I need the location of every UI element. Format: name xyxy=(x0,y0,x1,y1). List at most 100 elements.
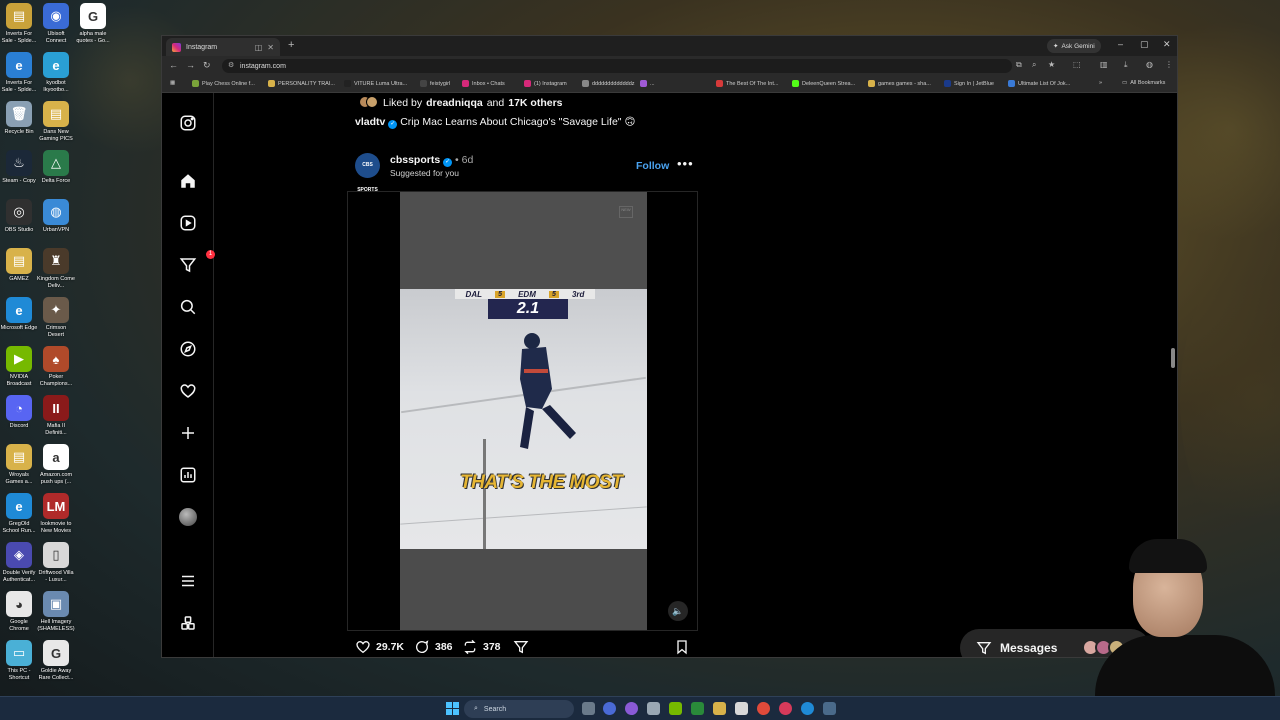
desktop-icon[interactable]: ♨ Steam - Copy xyxy=(0,150,38,193)
desktop-icon[interactable]: e kyodbot Ikyootbo... xyxy=(37,52,75,95)
bookmark-item[interactable]: VITURE Luma Ultra... xyxy=(344,80,407,87)
taskbar-app-icon[interactable] xyxy=(823,702,836,715)
repost-action[interactable]: 378 xyxy=(462,639,501,655)
desktop-icon[interactable]: ◎ OBS Studio xyxy=(0,199,38,242)
desktop-icon[interactable]: ▯ Driftwood Villa - Luxur... xyxy=(37,542,75,585)
explore-icon[interactable] xyxy=(178,339,198,359)
nvidia-icon[interactable] xyxy=(669,702,682,715)
bookmark-item[interactable]: (1) Instagram xyxy=(524,80,567,87)
post-video[interactable]: NEW DAL 5 EDM 5 3rd 2.1 THAT'S THE MOST … xyxy=(347,191,698,631)
menu-icon[interactable]: ⋮ xyxy=(1165,60,1173,69)
zoom-icon[interactable]: ⌕ xyxy=(1032,60,1036,70)
reels-icon[interactable] xyxy=(178,213,198,233)
bookmark-item[interactable]: feistygirl xyxy=(420,80,450,87)
home-icon[interactable] xyxy=(178,171,198,191)
bookmark-item[interactable]: Play Chess Online f... xyxy=(192,80,255,87)
comment-action[interactable]: 386 xyxy=(414,639,453,655)
bookmark-item[interactable]: PERSONALITY TRAI... xyxy=(268,80,335,87)
bookmark-item[interactable]: ... xyxy=(640,80,655,87)
desktop-icon[interactable]: ♠ Poker Champions... xyxy=(37,346,75,389)
desktop-icon[interactable]: ▤ GAMEZ xyxy=(0,248,38,291)
desktop-icon[interactable]: ▤ Dans New Gaming PICS xyxy=(37,101,75,144)
all-bookmarks[interactable]: ▭ All Bookmarks xyxy=(1122,80,1165,86)
post-username-link[interactable]: cbssports xyxy=(390,154,440,166)
desktop-icon[interactable]: △ Delta Force xyxy=(37,150,75,193)
chrome-icon[interactable] xyxy=(757,702,770,715)
desktop-icon[interactable]: e GregOld School Run... xyxy=(0,493,38,536)
audio-toggle-icon[interactable]: 🔈 xyxy=(668,601,688,621)
taskbar-search[interactable]: ⌕ Search xyxy=(464,700,574,718)
site-info-icon[interactable]: ⚙ xyxy=(228,61,234,69)
desktop-icon[interactable]: ◈ Double Verify Authenticat... xyxy=(0,542,38,585)
close-tab-icon[interactable]: ✕ xyxy=(267,43,274,52)
settings-icon[interactable] xyxy=(647,702,660,715)
desktop-icon[interactable]: ◕ Google Chrome xyxy=(0,591,38,634)
bookmark-item[interactable]: games games - sha... xyxy=(868,80,931,87)
desktop-icon[interactable]: e Inverts For Sale - Splde... xyxy=(0,52,38,95)
desktop-icon[interactable]: ▤ Wroyals Games a... xyxy=(0,444,38,487)
desktop-icon[interactable]: a Amazon.com push ups (... xyxy=(37,444,75,487)
cbssports-avatar[interactable]: CBS SPORTS xyxy=(355,153,380,193)
desktop-icon[interactable]: ◔ Discord xyxy=(0,395,38,438)
desktop-icon[interactable]: G Goldie Away Rare Collect... xyxy=(37,640,75,683)
share-action[interactable] xyxy=(513,639,529,655)
install-app-icon[interactable]: ⧉ xyxy=(1016,60,1022,70)
page-scrollbar[interactable] xyxy=(1171,348,1175,368)
bookmark-item[interactable]: The Best Of The Int... xyxy=(716,80,778,87)
bookmark-item[interactable]: dddddddddddddz xyxy=(582,80,635,87)
xbox-icon[interactable] xyxy=(691,702,704,715)
task-view-icon[interactable] xyxy=(582,702,595,715)
start-icon[interactable] xyxy=(446,702,459,715)
taskbar-app-icon[interactable] xyxy=(625,702,638,715)
extensions-icon[interactable]: ⬚ xyxy=(1073,60,1081,69)
desktop-icon[interactable]: Galpha male quotes - Go... xyxy=(74,3,112,46)
forward-icon[interactable]: → xyxy=(186,60,195,70)
search-icon[interactable] xyxy=(178,297,198,317)
bookmark-star-icon[interactable]: ★ xyxy=(1048,60,1055,69)
caption-username-link[interactable]: vladtv xyxy=(355,116,385,128)
edge-icon[interactable] xyxy=(801,702,814,715)
activity-filter-icon[interactable]: 1 xyxy=(178,250,215,275)
profile-icon[interactable]: ◍ xyxy=(1146,60,1153,69)
desktop-icon[interactable]: ▶ NVIDIA Broadcast xyxy=(0,346,38,389)
address-bar[interactable]: ⚙ instagram.com xyxy=(222,59,1012,73)
bookmark-item[interactable]: Ultimate List Of Jok... xyxy=(1008,80,1070,87)
downloads-icon[interactable]: ⤓ xyxy=(1124,60,1128,70)
bookmark-item[interactable]: DeleenQueen Strea... xyxy=(792,80,855,87)
desktop-icon[interactable]: LM lookmovie to New Movies xyxy=(37,493,75,536)
desktop-icon[interactable]: ✦ Crimson Desert xyxy=(37,297,75,340)
tab-instagram[interactable]: Instagram ◫ ✕ xyxy=(166,38,280,56)
desktop-icon[interactable]: 🗑 Recycle Bin xyxy=(0,101,38,144)
heart-icon[interactable] xyxy=(178,381,198,401)
desktop-icon[interactable]: ▤ Inverts For Sale - Splde... xyxy=(0,3,38,46)
dashboard-icon[interactable] xyxy=(178,465,198,485)
file-explorer-icon[interactable] xyxy=(713,702,726,715)
liked-by-user-link[interactable]: dreadniqqa xyxy=(426,97,483,109)
save-action[interactable] xyxy=(674,639,690,655)
sidepanel-icon[interactable]: ▥ xyxy=(1100,60,1108,69)
taskbar-app-icon[interactable] xyxy=(779,702,792,715)
create-icon[interactable] xyxy=(178,423,198,443)
desktop-icon[interactable]: ◉ Ubisoft Connect xyxy=(37,3,75,46)
desktop-icon[interactable]: II Mafia II Definiti... xyxy=(37,395,75,438)
liked-by-others-link[interactable]: 17K others xyxy=(508,97,562,109)
ask-gemini-button[interactable]: ✦ Ask Gemini xyxy=(1047,39,1101,53)
instagram-logo-icon[interactable] xyxy=(178,113,198,133)
bookmark-item[interactable]: Sign In | JetBlue xyxy=(944,80,994,87)
bookmarks-overflow-icon[interactable]: » xyxy=(1099,80,1102,86)
desktop-icon[interactable]: e Microsoft Edge xyxy=(0,297,38,340)
close-window-icon[interactable]: ✕ xyxy=(1163,39,1171,50)
maximize-icon[interactable]: ▢ xyxy=(1140,39,1149,50)
new-tab-icon[interactable]: + xyxy=(288,39,294,51)
back-icon[interactable]: ← xyxy=(169,60,178,70)
minimize-icon[interactable]: – xyxy=(1118,39,1123,49)
taskbar-app-icon[interactable] xyxy=(735,702,748,715)
also-from-meta-icon[interactable] xyxy=(178,613,198,633)
profile-avatar[interactable] xyxy=(178,507,198,527)
desktop-icon[interactable]: ▭ This PC - Shortcut xyxy=(0,640,38,683)
more-menu-icon[interactable] xyxy=(178,571,198,591)
like-action[interactable]: 29.7K xyxy=(355,639,404,655)
reload-icon[interactable]: ↻ xyxy=(203,60,211,71)
desktop-icon[interactable]: ◍ UrbanVPN xyxy=(37,199,75,242)
mute-tab-icon[interactable]: ◫ xyxy=(255,43,263,52)
